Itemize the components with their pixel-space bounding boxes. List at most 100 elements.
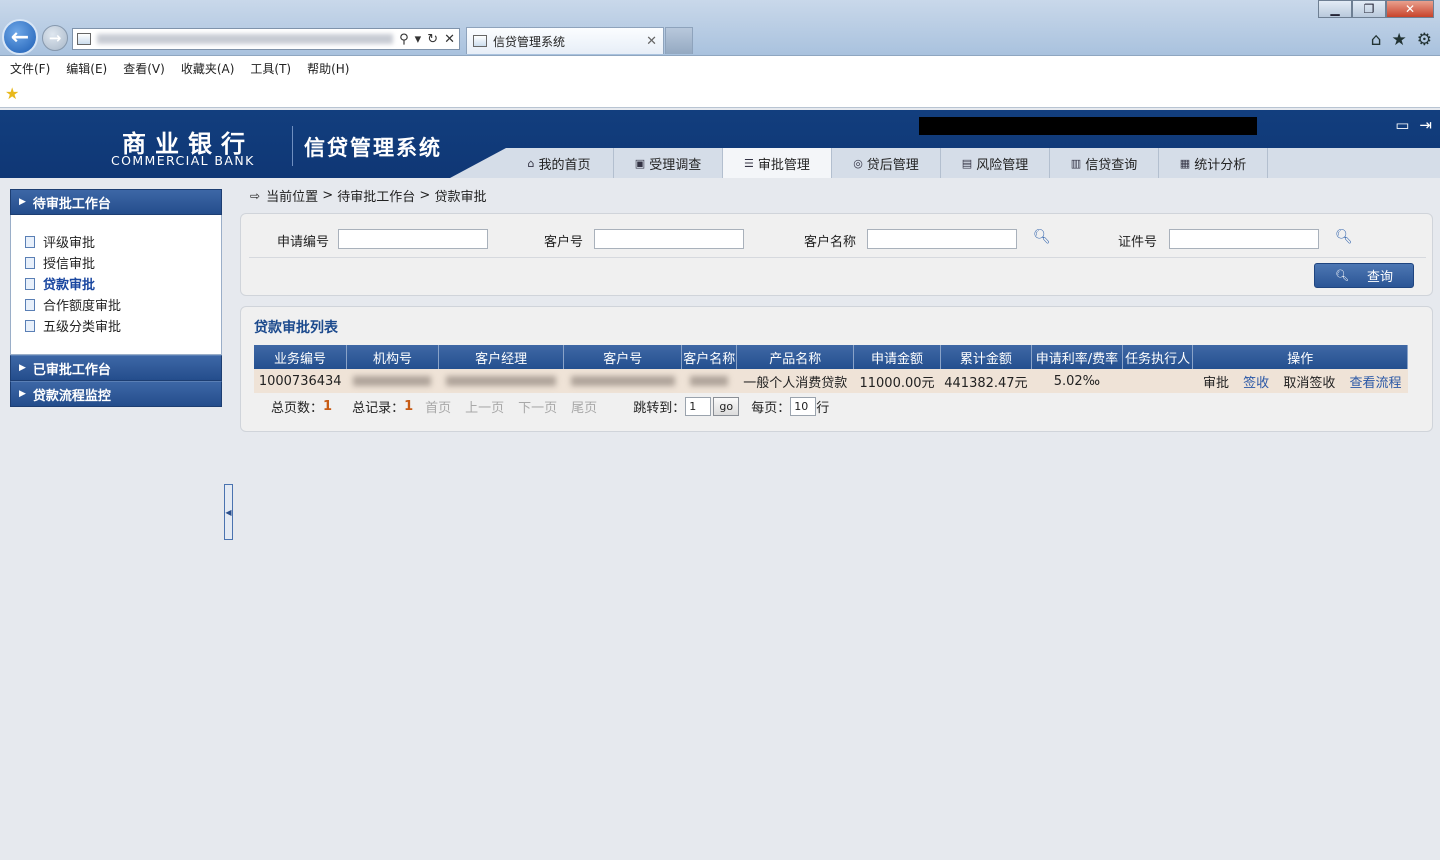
next-page-link[interactable]: 下一页 <box>518 397 557 416</box>
sidebar-section-monitor[interactable]: ▶ 贷款流程监控 <box>10 381 222 407</box>
tab-risk[interactable]: ▤ 风险管理 <box>941 148 1050 178</box>
query-button[interactable]: 🔍︎ 查询 <box>1314 263 1414 288</box>
tab-approval[interactable]: ☰ 审批管理 <box>723 148 832 178</box>
risk-icon: ▤ <box>961 156 973 170</box>
tab-home[interactable]: ⌂ 我的首页 <box>505 148 614 178</box>
col-customer-name: 客户名称 <box>681 345 738 369</box>
search-icon[interactable]: ⚲ <box>399 32 409 47</box>
tab-query[interactable]: ▥ 信贷查询 <box>1050 148 1159 178</box>
desktop-icon[interactable]: ▭ <box>1395 116 1409 134</box>
sidebar-item-rating[interactable]: 评级审批 <box>25 231 221 252</box>
logout-icon[interactable]: ⇥ <box>1419 116 1432 134</box>
label-customer-no: 客户号 <box>544 235 584 250</box>
cell-product: 一般个人消费贷款 <box>736 369 854 393</box>
view-flow-link[interactable]: 查看流程 <box>1349 376 1401 391</box>
col-executor: 任务执行人 <box>1122 345 1194 369</box>
minimize-icon[interactable]: ▁ <box>1318 0 1352 18</box>
close-icon[interactable]: ✕ <box>1386 0 1434 18</box>
table-header-row: 业务编号 机构号 客户经理 客户号 客户名称 产品名称 申请金额 累计金额 申请… <box>254 345 1408 369</box>
address-bar[interactable]: ⚲ ▾ ↻ ✕ <box>72 28 460 50</box>
forward-arrow-icon[interactable]: → <box>42 25 68 51</box>
cell-customer-no-redacted <box>563 369 682 393</box>
tab-survey[interactable]: ▣ 受理调查 <box>614 148 723 178</box>
cell-actions: 审批 签收 取消签收 查看流程 <box>1192 369 1408 393</box>
sidebar-item-five-class[interactable]: 五级分类审批 <box>25 315 221 336</box>
total-pages-value: 1 <box>323 399 333 414</box>
last-page-link[interactable]: 尾页 <box>571 397 597 416</box>
refresh-icon[interactable]: ↻ <box>427 32 438 47</box>
breadcrumb-item[interactable]: 待审批工作台 <box>337 186 415 205</box>
cancel-sign-link[interactable]: 取消签收 <box>1283 376 1335 391</box>
menu-view[interactable]: 查看(V) <box>123 60 165 77</box>
main-nav: ⌂ 我的首页 ▣ 受理调查 ☰ 审批管理 ◎ 贷后管理 ▤ 风险管理 ▥ 信贷查询 ▦ 统计分… <box>505 148 1268 178</box>
go-button[interactable]: go <box>713 397 740 416</box>
sidebar-collapse-handle[interactable]: ◀ <box>224 484 233 540</box>
document-icon <box>25 235 35 248</box>
approve-link[interactable]: 审批 <box>1203 376 1229 391</box>
prev-page-link[interactable]: 上一页 <box>465 397 504 416</box>
restore-icon[interactable]: ❐ <box>1352 0 1386 18</box>
browser-tab[interactable]: 信贷管理系统 ✕ <box>466 27 664 54</box>
sidebar-item-loan[interactable]: 贷款审批 <box>25 273 221 294</box>
home-icon[interactable]: ⌂ <box>1371 30 1382 50</box>
menu-help[interactable]: 帮助(H) <box>307 60 349 77</box>
document-icon <box>25 277 35 290</box>
cell-rate: 5.02‰ <box>1031 369 1123 393</box>
document-icon <box>25 298 35 311</box>
table-row[interactable]: 1000736434 一般个人消费贷款 11000.00元 441382.47元… <box>254 369 1408 393</box>
menu-favorites[interactable]: 收藏夹(A) <box>181 60 235 77</box>
tab-postloan[interactable]: ◎ 贷后管理 <box>832 148 941 178</box>
survey-icon: ▣ <box>634 156 646 170</box>
jump-input[interactable]: 1 <box>685 397 712 416</box>
menu-edit[interactable]: 编辑(E) <box>66 60 107 77</box>
loan-approval-table: 业务编号 机构号 客户经理 客户号 客户名称 产品名称 申请金额 累计金额 申请… <box>254 345 1408 393</box>
stats-icon: ▦ <box>1179 156 1191 170</box>
cell-apply-amount: 11000.00元 <box>853 369 941 393</box>
address-url-redacted <box>97 34 394 44</box>
tools-gear-icon[interactable]: ⚙ <box>1417 30 1432 50</box>
sidebar-item-credit[interactable]: 授信审批 <box>25 252 221 273</box>
sidebar-section-body: 评级审批 授信审批 贷款审批 合作额度审批 五级分类审批 <box>10 215 222 355</box>
magnifier-icon[interactable]: 🔍︎ <box>1033 229 1051 245</box>
list-panel: 贷款审批列表 业务编号 机构号 客户经理 客户号 客户名称 产品名称 申请金额 … <box>240 306 1433 432</box>
label-customer-name: 客户名称 <box>804 235 857 250</box>
id-no-input[interactable] <box>1169 229 1319 249</box>
tab-stats[interactable]: ▦ 统计分析 <box>1159 148 1268 178</box>
col-business-no: 业务编号 <box>254 345 347 369</box>
compat-view-icon[interactable]: ▾ <box>415 32 422 47</box>
document-icon <box>25 256 35 269</box>
add-favorite-star-icon[interactable]: ★ <box>5 84 19 103</box>
window-controls: ▁ ❐ ✕ <box>1318 0 1434 18</box>
tab-label: 统计分析 <box>1194 157 1247 173</box>
menu-tools[interactable]: 工具(T) <box>250 60 291 77</box>
new-tab-button[interactable] <box>665 27 693 54</box>
home-icon: ⌂ <box>527 156 535 170</box>
label-apply-no: 申请编号 <box>277 235 330 250</box>
query-icon: ▥ <box>1070 156 1082 170</box>
sidebar-item-label: 评级审批 <box>43 236 96 251</box>
first-page-link[interactable]: 首页 <box>425 397 451 416</box>
sidebar-section-title: 待审批工作台 <box>32 196 111 212</box>
back-arrow-icon[interactable]: ← <box>2 19 38 55</box>
customer-no-input[interactable] <box>594 229 744 249</box>
sidebar-section-title: 贷款流程监控 <box>32 388 111 404</box>
apply-no-input[interactable] <box>338 229 488 249</box>
favorites-star-icon[interactable]: ★ <box>1392 30 1407 50</box>
rows-unit: 行 <box>816 401 830 416</box>
postloan-icon: ◎ <box>853 156 863 170</box>
magnifier-icon[interactable]: 🔍︎ <box>1335 229 1353 245</box>
stop-icon[interactable]: ✕ <box>444 32 455 47</box>
sidebar-section-approved[interactable]: ▶ 已审批工作台 <box>10 355 222 381</box>
sign-link[interactable]: 签收 <box>1243 376 1269 391</box>
divider <box>249 257 1426 258</box>
tab-close-icon[interactable]: ✕ <box>646 34 657 49</box>
col-apply-amount: 申请金额 <box>853 345 941 369</box>
label-id-no: 证件号 <box>1118 235 1158 250</box>
sidebar-section-pending[interactable]: ▶ 待审批工作台 <box>10 189 222 215</box>
menu-file[interactable]: 文件(F) <box>10 60 50 77</box>
sidebar-item-coop-quota[interactable]: 合作额度审批 <box>25 294 221 315</box>
sidebar-item-label: 授信审批 <box>43 257 96 272</box>
customer-name-input[interactable] <box>867 229 1017 249</box>
browser-chrome: ▁ ❐ ✕ ← → ⚲ ▾ ↻ ✕ 信贷管理系统 ✕ ⌂ ★ ⚙ <box>0 0 1440 56</box>
per-page-input[interactable]: 10 <box>790 397 817 416</box>
